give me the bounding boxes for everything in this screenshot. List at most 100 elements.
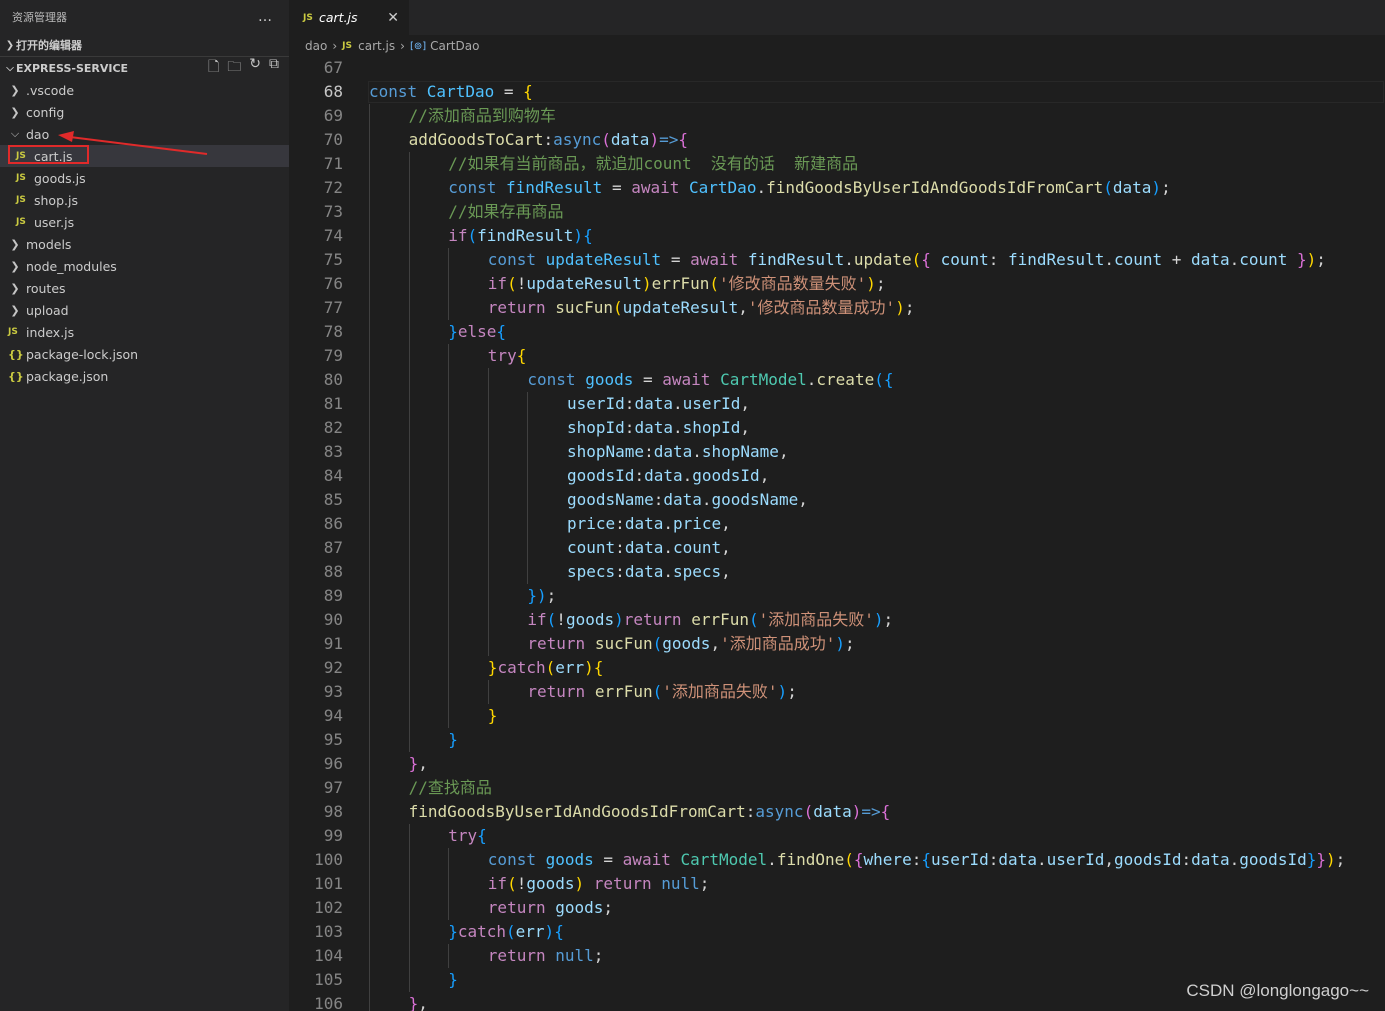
tree-item-shop-js[interactable]: JS shop.js — [0, 189, 289, 211]
tree-item-dao[interactable]: ⌵ dao — [0, 123, 289, 145]
code-line[interactable]: 67 — [289, 57, 1385, 80]
tree-item-vscode[interactable]: ❯ .vscode — [0, 79, 289, 101]
code-line[interactable]: 69 //添加商品到购物车 — [289, 104, 1385, 128]
code-line[interactable]: 80 const goods = await CartModel.create({ — [289, 368, 1385, 392]
code-line[interactable]: 70 addGoodsToCart:async(data)=>{ — [289, 128, 1385, 152]
code-token: errFun — [691, 610, 749, 629]
code-editor[interactable]: 67 68 const CartDao = {69//添加商品到购物车 70 addGo… — [289, 57, 1385, 1011]
indent-guide — [369, 680, 370, 704]
close-icon[interactable]: ✕ — [387, 10, 399, 26]
code-token: , — [778, 442, 789, 461]
code-line[interactable]: 96}, — [289, 752, 1385, 776]
breadcrumb-file[interactable]: cart.js — [358, 39, 395, 53]
code-line[interactable]: 88 specs:data.specs, — [289, 560, 1385, 584]
line-number: 104 — [314, 946, 343, 965]
line-number: 74 — [323, 226, 343, 245]
code-line[interactable]: 72 const findResult = await CartDao.findG… — [289, 176, 1385, 200]
tree-item-upload[interactable]: ❯ upload — [0, 299, 289, 321]
collapse-all-icon[interactable]: ⧉ — [269, 56, 279, 80]
code-line[interactable]: 100 const goods = await CartModel.findOne… — [289, 848, 1385, 872]
code-line[interactable]: 89}); — [289, 584, 1385, 608]
tree-item-models[interactable]: ❯ models — [0, 233, 289, 255]
code-token: ( — [1103, 178, 1113, 197]
breadcrumb-symbol[interactable]: CartDao — [430, 39, 479, 53]
indent-guide — [448, 464, 450, 488]
tree-item-routes[interactable]: ❯ routes — [0, 277, 289, 299]
code-token: ; — [603, 898, 614, 917]
code-token: ) — [895, 298, 905, 317]
tab-cart-js[interactable]: JS cart.js ✕ — [289, 0, 409, 35]
code-line[interactable]: 79 try{ — [289, 344, 1385, 368]
code-text: userId:data.userId, — [567, 392, 750, 416]
tree-item-cart-js[interactable]: JS cart.js — [0, 145, 289, 167]
code-line[interactable]: 98 findGoodsByUserIdAndGoodsIdFromCart:as… — [289, 800, 1385, 824]
project-section[interactable]: ⌵ EXPRESS-SERVICE 🗋 🗀 ↻ ⧉ — [0, 56, 289, 80]
code-token: ) — [851, 802, 862, 821]
tree-item-package-lock-json[interactable]: {} package-lock.json — [0, 343, 289, 365]
breadcrumb-folder[interactable]: dao — [305, 39, 327, 53]
code-token: , — [418, 754, 428, 773]
code-line[interactable]: 68 const CartDao = { — [289, 80, 1385, 104]
code-line[interactable]: 90 if(!goods)return errFun('添加商品失败'); — [289, 608, 1385, 632]
code-line[interactable]: 71 //如果有当前商品，就追加count 没有的话 新建商品 — [289, 152, 1385, 176]
code-line[interactable]: 95} — [289, 728, 1385, 752]
code-text: return goods; — [488, 896, 613, 920]
refresh-icon[interactable]: ↻ — [249, 56, 261, 80]
code-line[interactable]: 87 count:data.count, — [289, 536, 1385, 560]
indent-guide — [527, 416, 529, 440]
code-line[interactable]: 81 userId:data.userId, — [289, 392, 1385, 416]
indent-guide — [408, 608, 410, 632]
new-folder-icon[interactable]: 🗀 — [227, 56, 241, 80]
code-line[interactable]: 93 return errFun('添加商品失败'); — [289, 680, 1385, 704]
code-line[interactable]: 75 const updateResult = await findResult.… — [289, 248, 1385, 272]
indent-guide — [369, 872, 370, 896]
code-line[interactable]: 85 goodsName:data.goodsName, — [289, 488, 1385, 512]
code-line[interactable]: 82 shopId:data.shopId, — [289, 416, 1385, 440]
tree-item-index-js[interactable]: JS index.js — [0, 321, 289, 343]
code-token: } — [527, 586, 538, 605]
indent-guide — [369, 320, 370, 344]
code-line[interactable]: 86 price:data.price, — [289, 512, 1385, 536]
code-line[interactable]: 78}else{ — [289, 320, 1385, 344]
code-token: ) — [641, 274, 652, 293]
code-line[interactable]: 94} — [289, 704, 1385, 728]
code-token: . — [663, 562, 673, 581]
code-line[interactable]: 91 return sucFun(goods,'添加商品成功'); — [289, 632, 1385, 656]
code-line[interactable]: 73 //如果存再商品 — [289, 200, 1385, 224]
code-line[interactable]: 103}catch(err){ — [289, 920, 1385, 944]
code-line[interactable]: 83 shopName:data.shopName, — [289, 440, 1385, 464]
code-token: price — [672, 514, 722, 533]
code-token: + — [1162, 250, 1192, 269]
code-line[interactable]: 76 if(!updateResult)errFun('修改商品数量失败'); — [289, 272, 1385, 296]
tree-item-node-modules[interactable]: ❯ node_modules — [0, 255, 289, 277]
code-line[interactable]: 101 if(!goods) return null; — [289, 872, 1385, 896]
code-line[interactable]: 99 try{ — [289, 824, 1385, 848]
code-line[interactable]: 84 goodsId:data.goodsId, — [289, 464, 1385, 488]
indent-guide — [408, 704, 410, 728]
tree-item-label: dao — [26, 126, 50, 142]
code-line[interactable]: 92}catch(err){ — [289, 656, 1385, 680]
code-line[interactable]: 74 if(findResult){ — [289, 224, 1385, 248]
tree-item-config[interactable]: ❯ config — [0, 101, 289, 123]
open-editors-section[interactable]: ❯ 打开的编辑器 — [0, 34, 289, 57]
line-number: 92 — [323, 658, 343, 677]
code-token: ; — [845, 634, 855, 653]
code-line[interactable]: 77 return sucFun(updateResult,'修改商品数量成功')… — [289, 296, 1385, 320]
more-actions-icon[interactable]: … — [258, 9, 273, 25]
code-line[interactable]: 104 return null; — [289, 944, 1385, 968]
code-text: const goods = await CartModel.create({ — [527, 368, 893, 392]
new-file-icon[interactable]: 🗋 — [208, 56, 219, 80]
code-line[interactable]: 97 //查找商品 — [289, 776, 1385, 800]
code-token: err — [515, 922, 545, 941]
code-token: : — [1181, 850, 1192, 869]
code-token: data — [610, 130, 650, 149]
indent-guide — [448, 440, 450, 464]
indent-guide — [369, 272, 370, 296]
indent-guide — [369, 464, 370, 488]
indent-guide — [448, 392, 450, 416]
tree-item-goods-js[interactable]: JS goods.js — [0, 167, 289, 189]
tree-item-package-json[interactable]: {} package.json — [0, 365, 289, 387]
code-line[interactable]: 102 return goods; — [289, 896, 1385, 920]
tree-item-user-js[interactable]: JS user.js — [0, 211, 289, 233]
code-token: '修改商品数量失败' — [719, 274, 867, 293]
